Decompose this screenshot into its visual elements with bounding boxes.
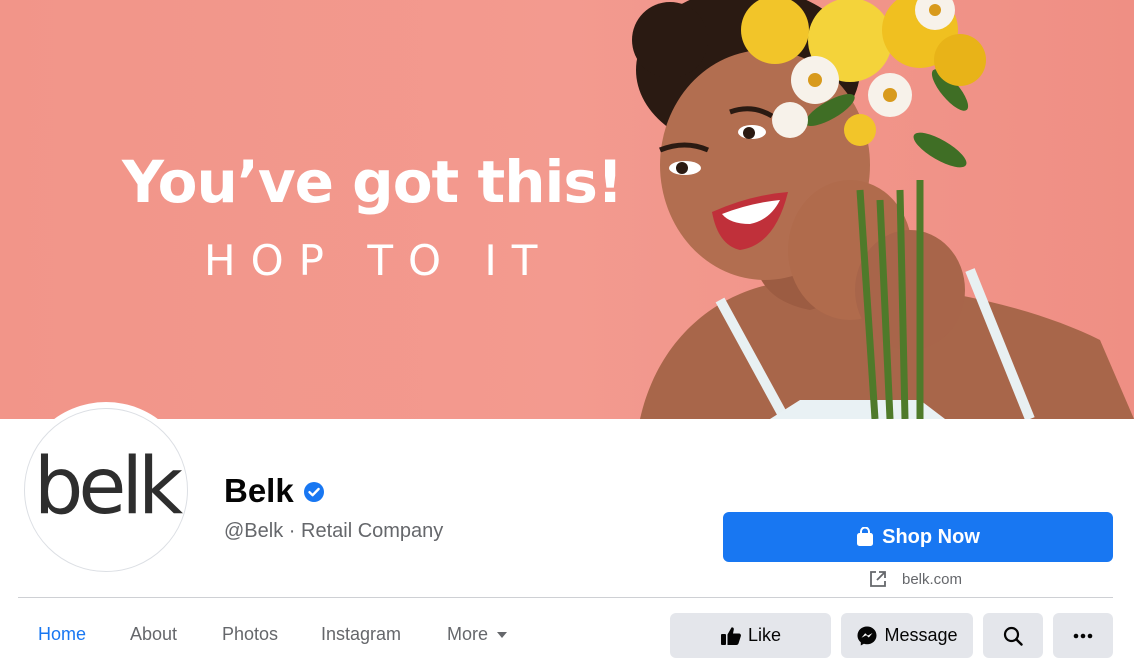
message-button[interactable]: Message <box>841 613 973 658</box>
avatar-frame: belk <box>24 408 188 572</box>
website-url: belk.com <box>902 570 963 588</box>
tab-more-label: More <box>447 624 489 644</box>
external-link-icon <box>870 571 886 587</box>
verified-badge-icon <box>304 482 324 502</box>
website-link[interactable]: belk.com <box>868 569 962 589</box>
message-label: Message <box>884 625 958 645</box>
shop-now-label: Shop Now <box>882 525 980 548</box>
shopping-bag-icon <box>857 527 874 546</box>
like-button[interactable]: Like <box>670 613 831 658</box>
caret-down-icon <box>497 631 508 638</box>
cover-photo[interactable]: You’ve got this! HOP TO IT <box>0 0 1134 419</box>
page-subtitle: @Belk · Retail Company <box>224 520 443 543</box>
belk-logo: belk <box>33 442 183 532</box>
tab-home[interactable]: Home <box>38 624 86 645</box>
tab-photos[interactable]: Photos <box>222 624 278 645</box>
thumbs-up-icon <box>720 626 741 645</box>
tab-about[interactable]: About <box>130 624 177 645</box>
search-page-button[interactable] <box>983 613 1043 658</box>
page-category: Retail Company <box>301 520 444 542</box>
page-title: Belk <box>224 472 294 509</box>
like-label: Like <box>747 625 782 645</box>
messenger-icon <box>857 626 877 645</box>
profile-avatar[interactable]: belk <box>18 402 194 578</box>
header-divider <box>18 597 1113 598</box>
more-dots-icon <box>1073 633 1093 638</box>
cover-subline: HOP TO IT <box>204 236 553 285</box>
cover-headline: You’ve got this! <box>122 148 623 216</box>
more-options-button[interactable] <box>1053 613 1113 658</box>
tab-instagram[interactable]: Instagram <box>321 624 401 645</box>
cover-model-illustration <box>632 0 1134 419</box>
tab-more[interactable]: More <box>447 624 508 645</box>
shop-now-button[interactable]: Shop Now <box>723 512 1113 562</box>
meta-separator: · <box>288 520 296 542</box>
page-handle: @Belk <box>224 520 284 542</box>
search-icon <box>1003 626 1023 646</box>
